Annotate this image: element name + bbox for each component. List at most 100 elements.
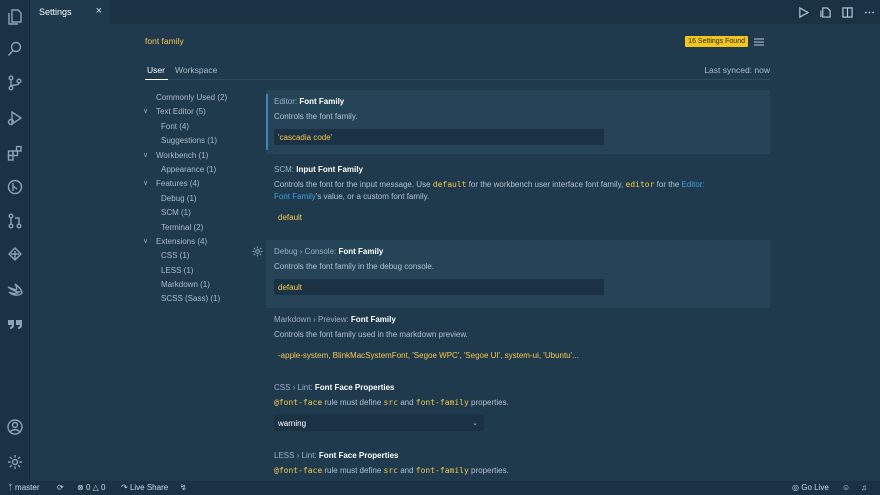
settings-gear-icon[interactable]: [0, 447, 30, 477]
pull-requests-icon[interactable]: [0, 206, 30, 236]
search-icon[interactable]: [0, 34, 30, 64]
css-lint-font-face-select[interactable]: warning ⌄: [274, 415, 484, 431]
accounts-icon[interactable]: [0, 412, 30, 442]
editor-font-family-input[interactable]: 'cascadia code': [274, 129, 604, 145]
toc-item-label: Appearance (1): [161, 164, 217, 174]
swift-icon[interactable]: [0, 275, 30, 305]
toc-item[interactable]: Debug (1): [143, 192, 253, 206]
results-count-badge: 16 Settings Found: [685, 36, 748, 47]
toc-item[interactable]: LESS (1): [143, 264, 253, 278]
setting-description: Controls the font family in the debug co…: [274, 262, 435, 271]
setting-title: Editor: Font Family: [274, 97, 345, 106]
go-live-status[interactable]: ◎ Go Live: [792, 483, 829, 492]
broadcast-icon: ◎: [792, 483, 799, 492]
branch-icon: ᛉ: [8, 483, 16, 492]
error-icon: ⊗: [77, 483, 84, 492]
scm-input-font-family-input[interactable]: default: [274, 209, 764, 225]
toc-item[interactable]: Commonly Used (2): [143, 91, 253, 105]
editor-actions: [792, 0, 880, 24]
setting-less-lint-font-face[interactable]: LESS › Lint: Font Face Properties @font-…: [266, 444, 770, 484]
quote-icon[interactable]: [0, 309, 30, 339]
toc-item-label: SCSS (Sass) (1): [161, 294, 221, 304]
editor-tab-bar: Settings ×: [30, 0, 880, 24]
toc-item-label: LESS (1): [161, 265, 194, 275]
live-share-icon: ↷: [121, 483, 128, 492]
sync-icon[interactable]: ⟳: [57, 483, 64, 492]
toc-item[interactable]: Terminal (2): [143, 221, 253, 235]
setting-title: LESS › Lint: Font Face Properties: [274, 451, 399, 460]
debug-console-font-family-input[interactable]: default: [274, 279, 604, 295]
setting-editor-font-family[interactable]: Editor: Font Family Controls the font fa…: [266, 90, 770, 154]
setting-description: @font-face rule must define src and font…: [274, 398, 509, 407]
toc-item[interactable]: ∨ Text Editor (5): [143, 105, 253, 119]
chevron-down-icon: ∨: [143, 180, 149, 188]
toc-item[interactable]: ∨ Features (4): [143, 177, 253, 191]
tab-user[interactable]: User: [145, 65, 168, 80]
setting-title: Markdown › Preview: Font Family: [274, 315, 396, 324]
tab-settings[interactable]: Settings ×: [30, 0, 110, 24]
setting-markdown-preview-font-family[interactable]: Markdown › Preview: Font Family Controls…: [266, 308, 770, 376]
toc-item-label: Extensions (4): [156, 236, 208, 246]
activity-bar: [0, 0, 30, 481]
toc-item-label: Features (4): [156, 179, 200, 189]
editor-font-family-link[interactable]: Editor:: [682, 180, 705, 189]
scope-tabs: User Workspace Last synced: now: [145, 60, 770, 80]
tab-workspace[interactable]: Workspace: [175, 65, 217, 75]
font-family-link[interactable]: Font Family: [274, 192, 316, 201]
toc-item[interactable]: ∨ Workbench (1): [143, 149, 253, 163]
toc-item[interactable]: Suggestions (1): [143, 134, 253, 148]
open-json-icon[interactable]: [814, 6, 836, 18]
setting-description: Controls the font family used in the mar…: [274, 330, 468, 339]
setting-debug-console-font-family[interactable]: Debug › Console: Font Family Controls th…: [266, 240, 770, 308]
settings-search: font family 16 Settings Found: [145, 34, 770, 51]
run-icon[interactable]: [792, 6, 814, 18]
toc-item[interactable]: ∨ Extensions (4): [143, 235, 253, 249]
status-bar: ᛉ master ⟳ ⊗ 0 △ 0 ↷ Live Share ↯ ◎ Go L…: [0, 481, 880, 495]
toc-item[interactable]: Font (4): [143, 120, 253, 134]
toc-item-label: Terminal (2): [161, 222, 204, 232]
setting-css-lint-font-face[interactable]: CSS › Lint: Font Face Properties @font-f…: [266, 376, 770, 444]
kubernetes-icon[interactable]: [0, 240, 30, 270]
source-control-icon[interactable]: [0, 68, 30, 98]
setting-gear-icon[interactable]: [252, 246, 263, 259]
files-icon[interactable]: [0, 2, 30, 32]
more-icon[interactable]: [858, 7, 880, 18]
chevron-down-icon: ⌄: [472, 420, 478, 427]
toc-item[interactable]: CSS (1): [143, 249, 253, 263]
chevron-down-icon: ∨: [143, 237, 149, 245]
run-debug-icon[interactable]: [0, 103, 30, 133]
toc-item[interactable]: Appearance (1): [143, 163, 253, 177]
setting-title: CSS › Lint: Font Face Properties: [274, 383, 395, 392]
setting-description: Controls the font family.: [274, 112, 358, 121]
problems-status[interactable]: ⊗ 0 △ 0: [77, 483, 105, 492]
setting-description: Controls the font for the input message.…: [274, 180, 705, 201]
setting-scm-input-font-family[interactable]: SCM: Input Font Family Controls the font…: [266, 158, 770, 240]
toc-item-label: Commonly Used (2): [156, 93, 228, 102]
toc-item-label: Workbench (1): [156, 150, 209, 160]
close-icon[interactable]: ×: [96, 5, 102, 17]
branch-status[interactable]: ᛉ master: [8, 483, 39, 492]
extensions-icon[interactable]: [0, 138, 30, 168]
split-editor-icon[interactable]: [836, 6, 858, 18]
notifications-icon[interactable]: ♫: [861, 483, 867, 492]
chevron-down-icon: ∨: [143, 108, 149, 116]
toc-item-label: Font (4): [161, 121, 190, 131]
git-graph-icon[interactable]: [0, 172, 30, 202]
warning-icon: △: [92, 483, 99, 492]
toc-item[interactable]: SCM (1): [143, 206, 253, 220]
activity-icon[interactable]: ↯: [180, 483, 187, 492]
last-synced-label: Last synced: now: [704, 65, 770, 75]
filter-icon[interactable]: [754, 38, 764, 48]
tab-label: Settings: [39, 7, 72, 17]
setting-title: SCM: Input Font Family: [274, 165, 363, 174]
settings-toc: Commonly Used (2) ∨ Text Editor (5) Font (4…: [143, 91, 253, 307]
markdown-preview-font-family-input[interactable]: -apple-system, BlinkMacSystemFont, 'Sego…: [274, 347, 764, 363]
toc-item-label: Markdown (1): [161, 280, 210, 290]
feedback-icon[interactable]: ☺: [842, 483, 850, 492]
live-share-status[interactable]: ↷ Live Share: [121, 483, 168, 492]
toc-item-label: Suggestions (1): [161, 136, 218, 146]
toc-item[interactable]: Markdown (1): [143, 278, 253, 292]
chevron-down-icon: ∨: [143, 151, 149, 159]
search-input[interactable]: font family: [145, 36, 184, 46]
toc-item[interactable]: SCSS (Sass) (1): [143, 292, 253, 306]
